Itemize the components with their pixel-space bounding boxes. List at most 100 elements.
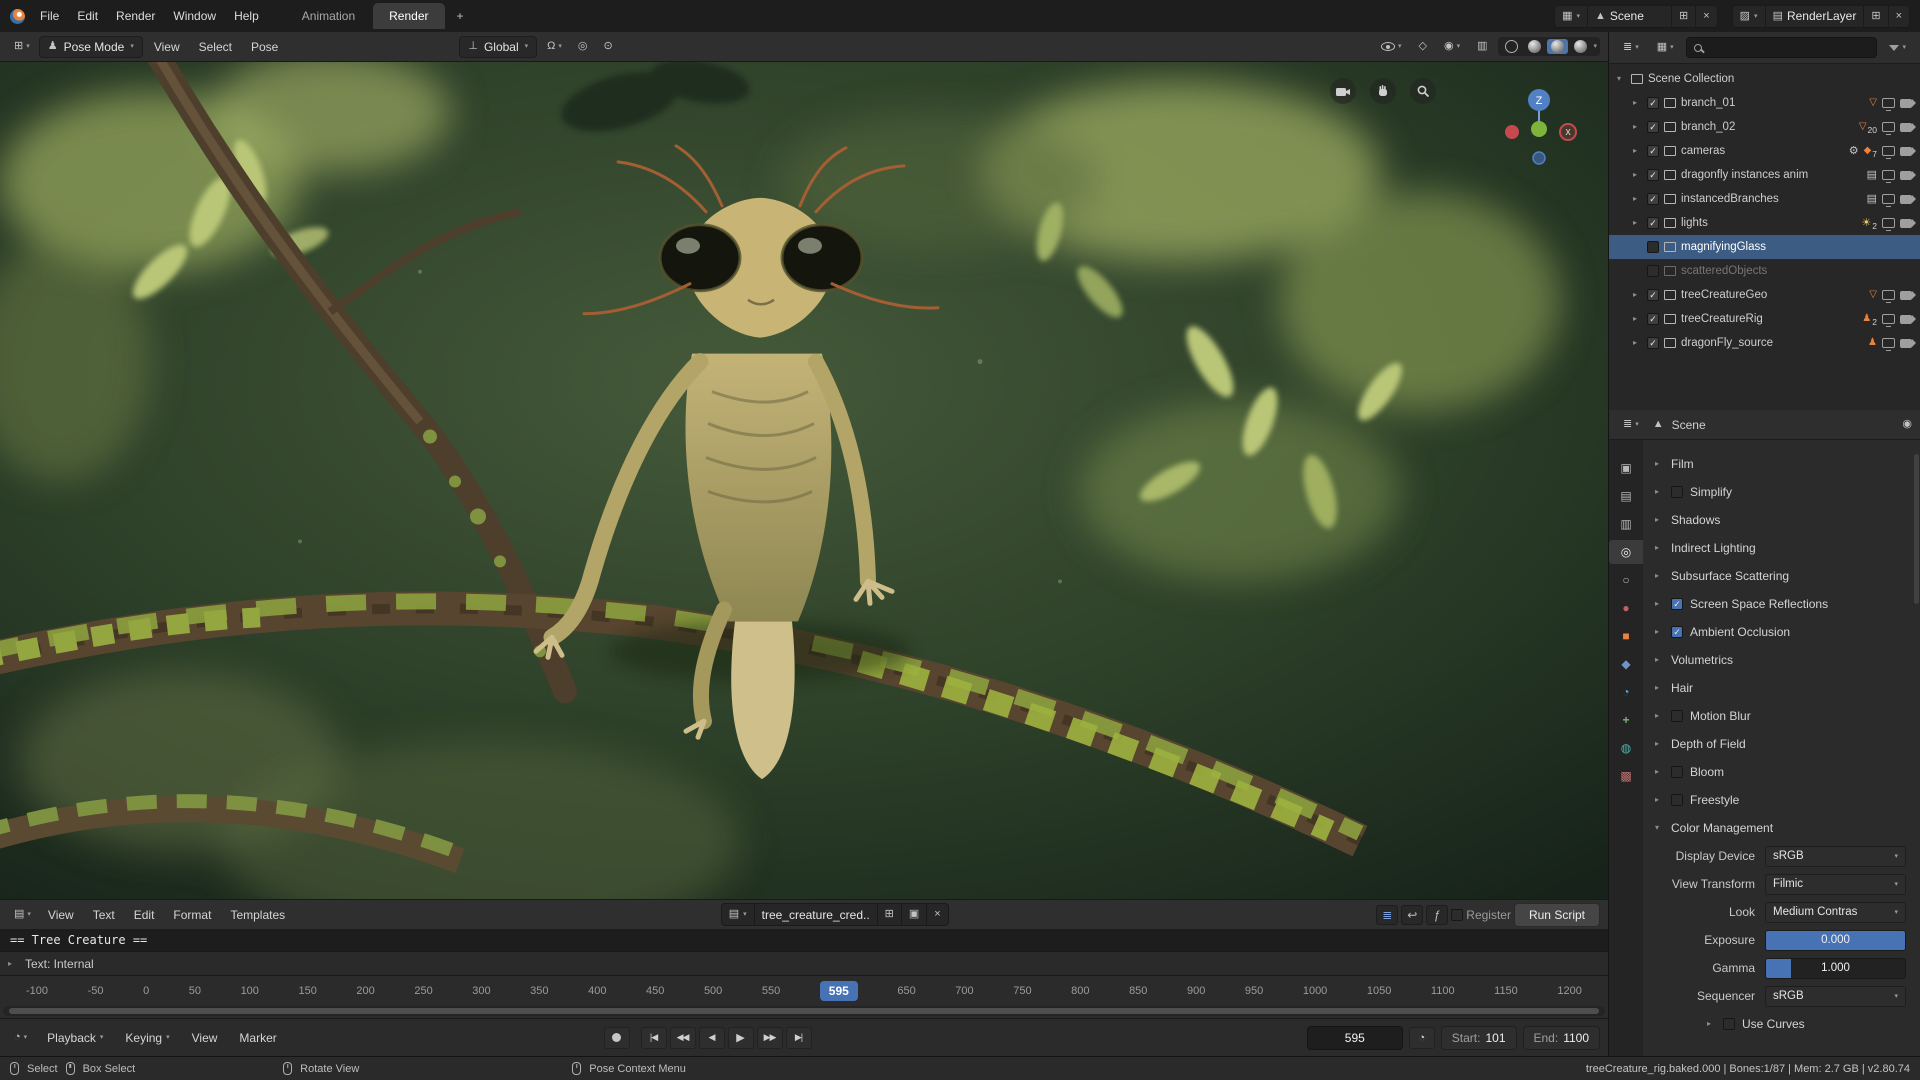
shading-rendered-button[interactable] xyxy=(1570,39,1591,54)
text-name-field[interactable]: tree_creature_cred.. xyxy=(754,904,877,925)
open-text-button[interactable]: ▣ xyxy=(901,904,926,925)
panel-volumetrics[interactable]: ▸Volumetrics xyxy=(1643,646,1920,674)
hide-render-icon[interactable] xyxy=(1900,339,1912,348)
menu-keying[interactable]: Keying▾ xyxy=(117,1028,177,1048)
timeline-tick[interactable]: 350 xyxy=(530,985,548,997)
panel-hair[interactable]: ▸Hair xyxy=(1643,674,1920,702)
timeline[interactable]: -100-50050100150200250300350400450500550… xyxy=(0,975,1608,1018)
outliner-row-lights[interactable]: ▸ ✓ lights ☀ 2 xyxy=(1609,211,1920,235)
collection-checkbox[interactable]: ✓ xyxy=(1647,169,1659,181)
transform-orientation-dropdown[interactable]: ⊥Global▾ xyxy=(459,36,537,58)
simplify-checkbox[interactable]: ✓ xyxy=(1671,486,1683,498)
outliner-row-branch-01[interactable]: ▸ ✓ branch_01 ▽ xyxy=(1609,91,1920,115)
menu-window[interactable]: Window xyxy=(164,5,225,27)
menu-edit[interactable]: Edit xyxy=(126,905,163,925)
outliner-row-tree-creature-geo[interactable]: ▸ ✓ treeCreatureGeo ▽ xyxy=(1609,283,1920,307)
hide-render-icon[interactable] xyxy=(1900,291,1912,300)
current-frame-badge[interactable]: 595 xyxy=(820,981,858,1001)
collection-checkbox[interactable]: ✓ xyxy=(1647,241,1659,253)
zoom-view-button[interactable] xyxy=(1410,78,1436,104)
hide-viewport-icon[interactable] xyxy=(1882,122,1895,132)
tab-render[interactable]: ▣ xyxy=(1609,456,1643,480)
play-button[interactable]: ▶ xyxy=(728,1027,754,1049)
panel-bloom[interactable]: ▸✓Bloom xyxy=(1643,758,1920,786)
view-transform-dropdown[interactable]: Filmic▾ xyxy=(1765,874,1906,895)
timeline-tick[interactable]: 200 xyxy=(356,985,374,997)
register-checkbox[interactable]: ✓ xyxy=(1451,909,1463,921)
expand-arrow-icon[interactable]: ▸ xyxy=(1633,171,1642,179)
pin-icon[interactable]: ◉ xyxy=(1902,419,1912,430)
jump-to-start-button[interactable]: |◀ xyxy=(641,1027,667,1049)
scrollbar-thumb[interactable] xyxy=(9,1008,1599,1014)
timeline-tick[interactable]: 100 xyxy=(241,985,259,997)
expand-arrow-icon[interactable]: ▸ xyxy=(1633,195,1642,203)
object-visibility-dropdown[interactable]: ▾ xyxy=(1375,39,1408,54)
ssr-checkbox[interactable]: ✓ xyxy=(1671,598,1683,610)
blender-logo-icon[interactable] xyxy=(10,9,25,24)
menu-render[interactable]: Render xyxy=(107,5,164,27)
editor-type-button[interactable]: ≣▾ xyxy=(1617,39,1645,56)
sequencer-dropdown[interactable]: sRGB▾ xyxy=(1765,986,1906,1007)
hide-viewport-icon[interactable] xyxy=(1882,218,1895,228)
use-curves-checkbox[interactable]: ✓ xyxy=(1723,1018,1735,1030)
editor-type-button[interactable]: ⊞▾ xyxy=(8,38,36,55)
tab-physics[interactable]: ◔ xyxy=(1609,680,1643,704)
menu-select[interactable]: Select xyxy=(191,37,240,57)
collapse-arrow-icon[interactable]: ▾ xyxy=(1617,75,1626,83)
motion-blur-checkbox[interactable]: ✓ xyxy=(1671,710,1683,722)
hide-viewport-icon[interactable] xyxy=(1882,314,1895,324)
expand-arrow-icon[interactable]: ▸ xyxy=(1633,339,1642,347)
hide-viewport-icon[interactable] xyxy=(1882,194,1895,204)
timeline-tick[interactable]: 950 xyxy=(1245,985,1263,997)
panel-indirect-lighting[interactable]: ▸Indirect Lighting xyxy=(1643,534,1920,562)
editor-type-button[interactable]: ≣▾ xyxy=(1617,416,1645,433)
collection-checkbox[interactable]: ✓ xyxy=(1647,193,1659,205)
hide-render-icon[interactable] xyxy=(1900,219,1912,228)
scrollbar-thumb[interactable] xyxy=(1914,454,1919,604)
exposure-slider[interactable]: 0.000 xyxy=(1765,930,1906,951)
move-view-button[interactable] xyxy=(1370,78,1396,104)
ao-checkbox[interactable]: ✓ xyxy=(1671,626,1683,638)
hide-viewport-icon[interactable] xyxy=(1882,146,1895,156)
new-renderlayer-button[interactable]: ⊞ xyxy=(1863,6,1887,27)
end-frame-field[interactable]: End:1100 xyxy=(1523,1026,1601,1050)
timeline-tick[interactable]: -50 xyxy=(88,985,104,997)
tab-texture[interactable]: ▩ xyxy=(1609,764,1643,788)
display-device-dropdown[interactable]: sRGB▾ xyxy=(1765,846,1906,867)
hide-render-icon[interactable] xyxy=(1900,99,1912,108)
collection-checkbox[interactable]: ✓ xyxy=(1647,97,1659,109)
menu-marker[interactable]: Marker xyxy=(231,1028,284,1048)
timeline-tick[interactable]: 1200 xyxy=(1557,985,1581,997)
tab-scene[interactable]: ◎ xyxy=(1609,540,1643,564)
outliner-row-branch-02[interactable]: ▸ ✓ branch_02 ▽ 20 xyxy=(1609,115,1920,139)
outliner-search[interactable] xyxy=(1686,37,1878,58)
collection-checkbox[interactable]: ✓ xyxy=(1647,313,1659,325)
add-workspace-button[interactable]: + xyxy=(447,3,474,29)
nav-gizmo[interactable]: Z X xyxy=(1496,86,1582,172)
unlink-text-button[interactable]: × xyxy=(926,904,947,925)
timeline-tick[interactable]: 400 xyxy=(588,985,606,997)
expand-arrow-icon[interactable]: ▸ xyxy=(1633,123,1642,131)
timeline-tick[interactable]: 850 xyxy=(1129,985,1147,997)
timeline-tick[interactable]: 150 xyxy=(298,985,316,997)
menu-templates[interactable]: Templates xyxy=(222,905,293,925)
tab-output[interactable]: ▤ xyxy=(1609,484,1643,508)
use-curves-row[interactable]: ▸ ✓ Use Curves xyxy=(1643,1010,1920,1038)
tab-object[interactable]: ■ xyxy=(1609,624,1643,648)
tab-constraints[interactable]: ◍ xyxy=(1609,736,1643,760)
timeline-tick[interactable]: 500 xyxy=(704,985,722,997)
xray-toggle-button[interactable]: ▥ xyxy=(1471,38,1493,55)
new-scene-button[interactable]: ⊞ xyxy=(1671,6,1695,27)
hide-render-icon[interactable] xyxy=(1900,315,1912,324)
renderlayer-name-field[interactable]: ▤RenderLayer xyxy=(1765,6,1864,27)
gizmo-toggle-button[interactable]: ◇ xyxy=(1412,38,1432,55)
expand-arrow-icon[interactable]: ▸ xyxy=(1633,291,1642,299)
menu-view[interactable]: View xyxy=(40,905,82,925)
current-frame-field[interactable]: 595 xyxy=(1307,1026,1403,1050)
outliner-root-row[interactable]: ▾ Scene Collection xyxy=(1609,67,1920,91)
mode-dropdown[interactable]: ♟Pose Mode▾ xyxy=(39,36,143,58)
auto-keying-button[interactable] xyxy=(604,1027,630,1049)
timeline-tick[interactable]: 550 xyxy=(762,985,780,997)
panel-subsurface-scattering[interactable]: ▸Subsurface Scattering xyxy=(1643,562,1920,590)
menu-edit[interactable]: Edit xyxy=(68,5,107,27)
